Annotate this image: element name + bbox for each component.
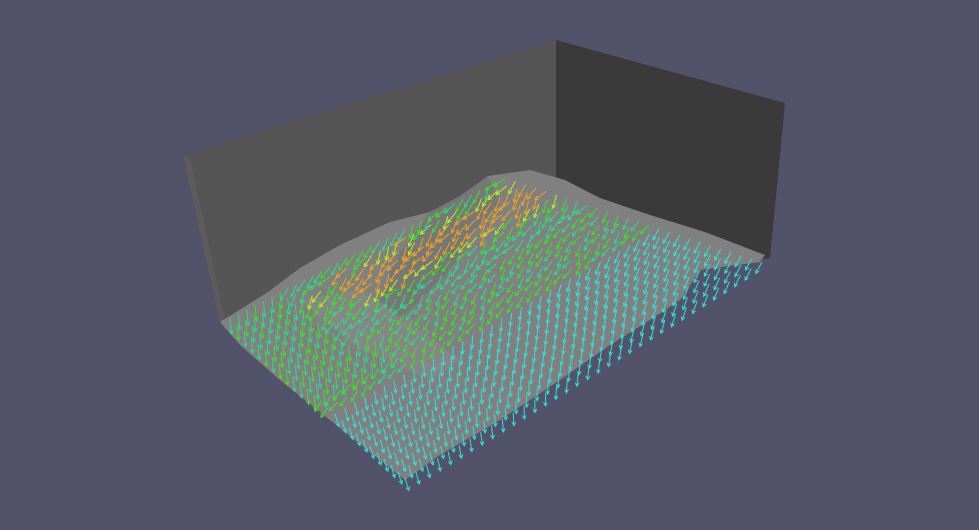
vector-glyph bbox=[555, 386, 557, 400]
vector-field-scene bbox=[0, 0, 979, 530]
vector-glyph bbox=[499, 389, 501, 403]
vector-glyph bbox=[505, 355, 507, 369]
vector-glyph bbox=[479, 340, 482, 354]
vector-glyph bbox=[483, 379, 485, 393]
vector-glyph bbox=[474, 373, 477, 387]
vector-glyph bbox=[521, 365, 524, 379]
vector-glyph bbox=[488, 345, 490, 359]
vector-glyph bbox=[496, 401, 499, 415]
vector-glyph bbox=[530, 370, 532, 385]
vector-glyph bbox=[547, 381, 549, 395]
vector-glyph bbox=[491, 384, 493, 398]
vector-glyph bbox=[538, 376, 541, 390]
3d-render-viewport[interactable] bbox=[0, 0, 979, 530]
vector-glyph bbox=[488, 396, 491, 410]
vector-glyph bbox=[504, 407, 507, 421]
vector-glyph bbox=[512, 412, 515, 426]
vector-glyph bbox=[466, 368, 469, 382]
vector-glyph bbox=[496, 350, 499, 364]
vector-glyph bbox=[513, 360, 515, 374]
vector-glyph bbox=[471, 335, 473, 349]
